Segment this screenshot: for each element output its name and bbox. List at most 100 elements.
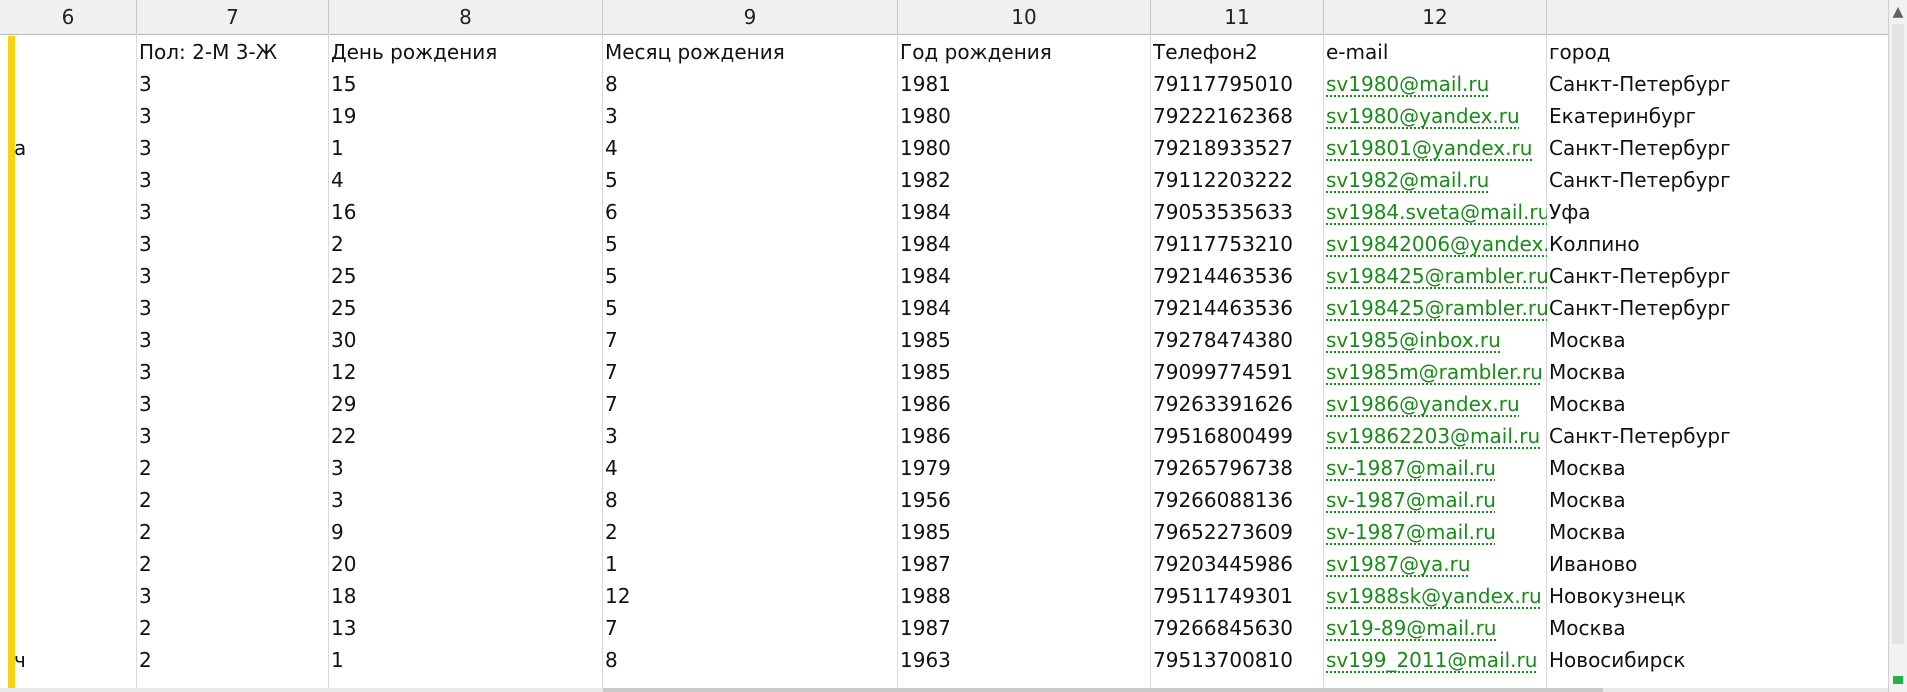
column-header-11[interactable]: 11 — [1151, 0, 1324, 34]
header-cell-city[interactable]: город — [1549, 36, 1879, 68]
email-link[interactable]: sv19842006@yandex.ru — [1326, 232, 1547, 256]
email-link[interactable]: sv198425@rambler.ru — [1326, 296, 1547, 320]
phone-cell[interactable]: 79214463536 — [1153, 292, 1322, 324]
phone-cell[interactable]: 79263391626 — [1153, 388, 1322, 420]
row-lead-cell[interactable] — [14, 516, 132, 548]
birth-year-cell[interactable]: 1985 — [900, 324, 1149, 356]
birth-year-cell[interactable]: 1979 — [900, 452, 1149, 484]
email-cell[interactable]: sv198425@rambler.ru — [1326, 292, 1547, 324]
row-lead-cell[interactable] — [14, 420, 132, 452]
sex-cell[interactable]: 3 — [139, 260, 327, 292]
email-cell[interactable]: sv1986@yandex.ru — [1326, 388, 1547, 420]
email-link[interactable]: sv199_2011@mail.ru — [1326, 648, 1537, 672]
email-link[interactable]: sv1982@mail.ru — [1326, 168, 1489, 192]
sex-cell[interactable]: 2 — [139, 644, 327, 676]
city-cell[interactable]: Москва — [1549, 452, 1879, 484]
email-link[interactable]: sv198425@rambler.ru — [1326, 264, 1547, 288]
city-cell[interactable]: Москва — [1549, 388, 1879, 420]
vertical-scroll-thumb[interactable] — [1892, 24, 1904, 644]
header-cell-birth-day[interactable]: День рождения — [331, 36, 601, 68]
email-cell[interactable]: sv1985m@rambler.ru — [1326, 356, 1547, 388]
birth-year-cell[interactable]: 1986 — [900, 388, 1149, 420]
column-header-10[interactable]: 10 — [898, 0, 1151, 34]
phone-cell[interactable]: 79222162368 — [1153, 100, 1322, 132]
email-link[interactable]: sv1986@yandex.ru — [1326, 392, 1520, 416]
birth-month-cell[interactable]: 2 — [605, 516, 896, 548]
birth-year-cell[interactable]: 1984 — [900, 228, 1149, 260]
birth-month-cell[interactable]: 7 — [605, 612, 896, 644]
birth-month-cell[interactable]: 4 — [605, 132, 896, 164]
column-header-12[interactable]: 12 — [1324, 0, 1547, 34]
header-cell-email[interactable]: e-mail — [1326, 36, 1547, 68]
birth-day-cell[interactable]: 20 — [331, 548, 601, 580]
email-cell[interactable]: sv1988sk@yandex.ru — [1326, 580, 1547, 612]
birth-year-cell[interactable]: 1963 — [900, 644, 1149, 676]
birth-year-cell[interactable]: 1985 — [900, 356, 1149, 388]
city-cell[interactable]: Новокузнецк — [1549, 580, 1879, 612]
birth-month-cell[interactable]: 1 — [605, 548, 896, 580]
sex-cell[interactable]: 3 — [139, 420, 327, 452]
sex-cell[interactable]: 3 — [139, 324, 327, 356]
email-link[interactable]: sv1988sk@yandex.ru — [1326, 584, 1542, 608]
phone-cell[interactable]: 79112203222 — [1153, 164, 1322, 196]
birth-day-cell[interactable]: 1 — [331, 644, 601, 676]
birth-day-cell[interactable]: 13 — [331, 612, 601, 644]
email-cell[interactable]: sv1980@mail.ru — [1326, 68, 1547, 100]
header-cell-sex[interactable]: Пол: 2-М 3-Ж — [139, 36, 327, 68]
row-lead-cell[interactable] — [14, 580, 132, 612]
phone-cell[interactable]: 79266088136 — [1153, 484, 1322, 516]
birth-day-cell[interactable]: 18 — [331, 580, 601, 612]
birth-month-cell[interactable]: 6 — [605, 196, 896, 228]
phone-cell[interactable]: 79117795010 — [1153, 68, 1322, 100]
email-cell[interactable]: sv199_2011@mail.ru — [1326, 644, 1547, 676]
email-link[interactable]: sv1987@ya.ru — [1326, 552, 1471, 576]
city-cell[interactable]: Санкт-Петербург — [1549, 68, 1879, 100]
email-link[interactable]: sv19862203@mail.ru — [1326, 424, 1540, 448]
email-cell[interactable]: sv1984.sveta@mail.ru — [1326, 196, 1547, 228]
email-cell[interactable]: sv19842006@yandex.ru — [1326, 228, 1547, 260]
email-cell[interactable]: sv1985@inbox.ru — [1326, 324, 1547, 356]
birth-month-cell[interactable]: 5 — [605, 164, 896, 196]
birth-year-cell[interactable]: 1984 — [900, 260, 1149, 292]
birth-year-cell[interactable]: 1956 — [900, 484, 1149, 516]
birth-month-cell[interactable]: 8 — [605, 68, 896, 100]
city-cell[interactable]: Уфа — [1549, 196, 1879, 228]
email-link[interactable]: sv1980@mail.ru — [1326, 72, 1489, 96]
city-cell[interactable]: Екатеринбург — [1549, 100, 1879, 132]
sex-cell[interactable]: 3 — [139, 68, 327, 100]
birth-year-cell[interactable]: 1987 — [900, 612, 1149, 644]
city-cell[interactable]: Санкт-Петербург — [1549, 292, 1879, 324]
city-cell[interactable]: Москва — [1549, 356, 1879, 388]
sex-cell[interactable]: 2 — [139, 452, 327, 484]
birth-day-cell[interactable]: 30 — [331, 324, 601, 356]
sex-cell[interactable]: 2 — [139, 516, 327, 548]
horizontal-scrollbar[interactable] — [0, 688, 1888, 692]
city-cell[interactable]: Санкт-Петербург — [1549, 164, 1879, 196]
birth-day-cell[interactable]: 15 — [331, 68, 601, 100]
horizontal-scroll-thumb[interactable] — [603, 688, 1603, 692]
phone-cell[interactable]: 79511749301 — [1153, 580, 1322, 612]
row-lead-cell[interactable] — [14, 452, 132, 484]
birth-day-cell[interactable]: 25 — [331, 260, 601, 292]
email-cell[interactable]: sv19801@yandex.ru — [1326, 132, 1547, 164]
row-lead-cell[interactable]: а — [14, 132, 132, 164]
phone-cell[interactable]: 79266845630 — [1153, 612, 1322, 644]
email-link[interactable]: sv1980@yandex.ru — [1326, 104, 1520, 128]
row-lead-cell[interactable] — [14, 164, 132, 196]
email-cell[interactable]: sv19862203@mail.ru — [1326, 420, 1547, 452]
sex-cell[interactable]: 2 — [139, 612, 327, 644]
birth-day-cell[interactable]: 1 — [331, 132, 601, 164]
vertical-scrollbar[interactable]: ▲ — [1888, 0, 1907, 692]
email-cell[interactable]: sv198425@rambler.ru — [1326, 260, 1547, 292]
birth-month-cell[interactable]: 8 — [605, 484, 896, 516]
birth-year-cell[interactable]: 1985 — [900, 516, 1149, 548]
column-header-7[interactable]: 7 — [137, 0, 329, 34]
birth-month-cell[interactable]: 12 — [605, 580, 896, 612]
phone-cell[interactable]: 79278474380 — [1153, 324, 1322, 356]
city-cell[interactable]: Москва — [1549, 516, 1879, 548]
sex-cell[interactable]: 3 — [139, 100, 327, 132]
column-header-6[interactable]: 6 — [0, 0, 137, 34]
sex-cell[interactable]: 3 — [139, 228, 327, 260]
birth-year-cell[interactable]: 1982 — [900, 164, 1149, 196]
birth-year-cell[interactable]: 1980 — [900, 100, 1149, 132]
